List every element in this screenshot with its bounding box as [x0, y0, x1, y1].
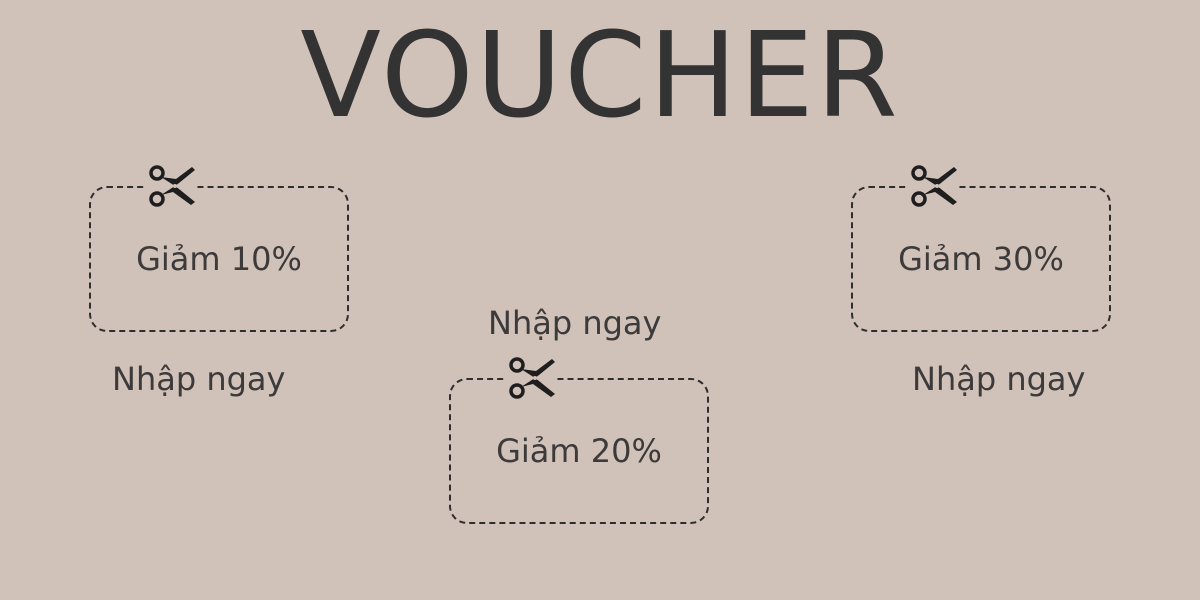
apply-now-link[interactable]: Nhập ngay [112, 360, 285, 398]
voucher-card-20[interactable]: Giảm 20% [449, 354, 709, 524]
page-title: VOUCHER [300, 6, 900, 144]
scissors-icon [907, 162, 959, 210]
voucher-label: Giảm 20% [496, 432, 662, 470]
voucher-label: Giảm 10% [136, 240, 302, 278]
scissors-icon [505, 354, 557, 402]
voucher-card-30[interactable]: Giảm 30% [851, 162, 1111, 332]
voucher-card-10[interactable]: Giảm 10% [89, 162, 349, 332]
voucher-label: Giảm 30% [898, 240, 1064, 278]
scissors-icon [145, 162, 197, 210]
apply-now-link[interactable]: Nhập ngay [488, 304, 661, 342]
apply-now-link[interactable]: Nhập ngay [912, 360, 1085, 398]
